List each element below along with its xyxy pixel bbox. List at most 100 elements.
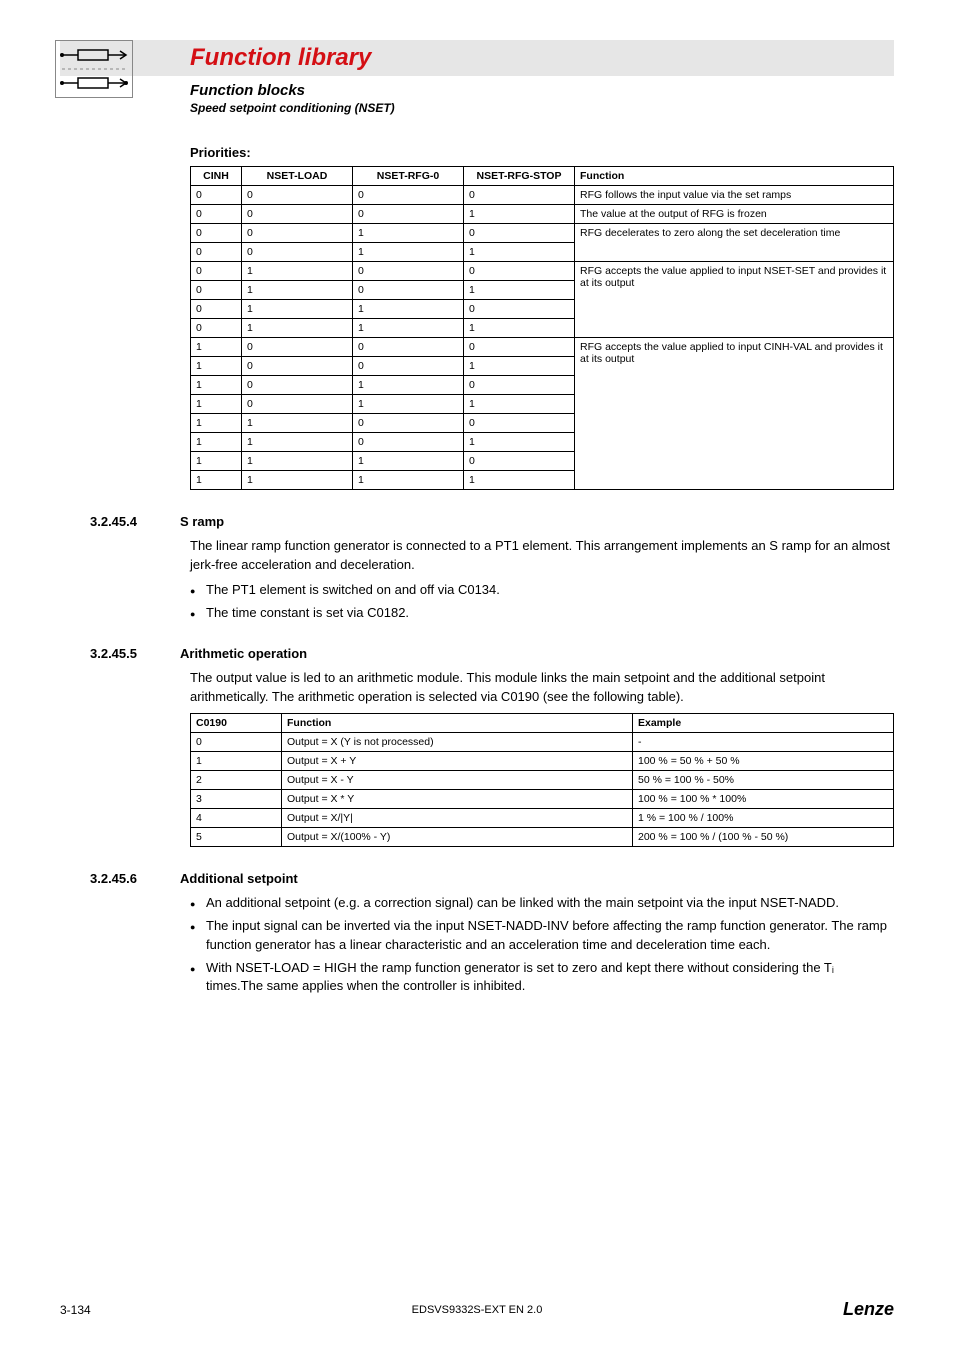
table-row: 0010RFG decelerates to zero along the se… xyxy=(191,224,894,243)
cell: 1 xyxy=(464,395,575,414)
cell: 0 xyxy=(353,205,464,224)
cell: 1 xyxy=(191,452,242,471)
header-sub: Function blocks Speed setpoint condition… xyxy=(60,82,894,115)
cell: 1 xyxy=(242,281,353,300)
th-nset-load: NSET-LOAD xyxy=(242,167,353,186)
cell: 0 xyxy=(242,224,353,243)
cell: 0 xyxy=(464,376,575,395)
cell: 1 xyxy=(191,471,242,490)
s-ramp-bullets: The PT1 element is switched on and off v… xyxy=(190,581,894,623)
cell: 100 % = 50 % + 50 % xyxy=(633,752,894,771)
footer-doc-id: EDSVS9332S-EXT EN 2.0 xyxy=(60,1304,894,1316)
cell: 0 xyxy=(242,243,353,262)
sec-title-s-ramp: S ramp xyxy=(180,514,224,529)
th-arith-ex: Example xyxy=(633,714,894,733)
subtitle-1: Function blocks xyxy=(190,82,894,99)
cell: 1 xyxy=(191,752,282,771)
page-footer: 3-134 EDSVS9332S-EXT EN 2.0 Lenze xyxy=(60,1299,894,1320)
cell: 0 xyxy=(191,186,242,205)
cell: 1 xyxy=(191,338,242,357)
cell: Output = X/|Y| xyxy=(282,809,633,828)
cell: 0 xyxy=(191,281,242,300)
subtitle-2: Speed setpoint conditioning (NSET) xyxy=(190,101,894,115)
cell: Output = X/(100% - Y) xyxy=(282,828,633,847)
cell: 200 % = 100 % / (100 % - 50 %) xyxy=(633,828,894,847)
cell: 0 xyxy=(464,414,575,433)
cell: 1 xyxy=(464,471,575,490)
cell: 1 xyxy=(464,281,575,300)
cell: 0 xyxy=(191,733,282,752)
cell-function: RFG accepts the value applied to input C… xyxy=(575,338,894,490)
priorities-heading: Priorities: xyxy=(190,145,894,160)
cell-function: The value at the output of RFG is frozen xyxy=(575,205,894,224)
cell: 1 xyxy=(191,433,242,452)
cell: 0 xyxy=(353,433,464,452)
table-row: 0100RFG accepts the value applied to inp… xyxy=(191,262,894,281)
header-band: Function library xyxy=(60,40,894,76)
list-item: With NSET-LOAD = HIGH the ramp function … xyxy=(190,959,894,997)
table-row: 1000RFG accepts the value applied to inp… xyxy=(191,338,894,357)
arith-table: C0190 Function Example 0Output = X (Y is… xyxy=(190,713,894,847)
cell-function: RFG accepts the value applied to input N… xyxy=(575,262,894,338)
cell: 2 xyxy=(191,771,282,790)
cell: 0 xyxy=(191,262,242,281)
cell: 1 xyxy=(191,414,242,433)
cell: 0 xyxy=(242,395,353,414)
cell: 0 xyxy=(191,224,242,243)
cell: 1 xyxy=(242,433,353,452)
cell: 0 xyxy=(464,224,575,243)
cell: Output = X (Y is not processed) xyxy=(282,733,633,752)
cell: 0 xyxy=(191,300,242,319)
cell: 50 % = 100 % - 50% xyxy=(633,771,894,790)
cell: 1 xyxy=(242,471,353,490)
cell: Output = X + Y xyxy=(282,752,633,771)
cell: 0 xyxy=(353,186,464,205)
cell: 1 xyxy=(464,433,575,452)
sec-num-arith: 3.2.45.5 xyxy=(90,646,180,661)
sec-num-s-ramp: 3.2.45.4 xyxy=(90,514,180,529)
table-row: 0Output = X (Y is not processed)- xyxy=(191,733,894,752)
cell: 1 xyxy=(464,205,575,224)
cell: 1 xyxy=(464,243,575,262)
cell: 1 xyxy=(464,357,575,376)
th-arith-fn: Function xyxy=(282,714,633,733)
cell: 0 xyxy=(353,414,464,433)
cell: 1 xyxy=(353,471,464,490)
sec-num-addsp: 3.2.45.6 xyxy=(90,871,180,886)
cell: 1 xyxy=(191,395,242,414)
th-function: Function xyxy=(575,167,894,186)
cell: 3 xyxy=(191,790,282,809)
s-ramp-para: The linear ramp function generator is co… xyxy=(190,537,894,575)
cell: 0 xyxy=(242,205,353,224)
cell: 1 % = 100 % / 100% xyxy=(633,809,894,828)
cell: 1 xyxy=(353,224,464,243)
cell: 1 xyxy=(353,376,464,395)
cell: 1 xyxy=(353,452,464,471)
table-row: 0001The value at the output of RFG is fr… xyxy=(191,205,894,224)
cell: 1 xyxy=(353,243,464,262)
th-nset-rfg-stop: NSET-RFG-STOP xyxy=(464,167,575,186)
list-item: The PT1 element is switched on and off v… xyxy=(190,581,894,600)
cell: 1 xyxy=(242,414,353,433)
cell: 1 xyxy=(242,452,353,471)
fb-diagram-icon xyxy=(55,40,133,98)
cell: 0 xyxy=(464,262,575,281)
cell: 0 xyxy=(191,243,242,262)
cell: 5 xyxy=(191,828,282,847)
priorities-table: CINH NSET-LOAD NSET-RFG-0 NSET-RFG-STOP … xyxy=(190,166,894,490)
list-item: The input signal can be inverted via the… xyxy=(190,917,894,955)
cell: 0 xyxy=(191,205,242,224)
cell: 4 xyxy=(191,809,282,828)
th-c0190: C0190 xyxy=(191,714,282,733)
cell: Output = X * Y xyxy=(282,790,633,809)
cell: 1 xyxy=(242,262,353,281)
cell: 1 xyxy=(242,300,353,319)
cell: 0 xyxy=(464,452,575,471)
cell: 1 xyxy=(191,376,242,395)
cell: 0 xyxy=(464,186,575,205)
cell: 1 xyxy=(353,395,464,414)
addsp-bullets: An additional setpoint (e.g. a correctio… xyxy=(190,894,894,996)
th-cinh: CINH xyxy=(191,167,242,186)
cell: 1 xyxy=(353,319,464,338)
arith-para: The output value is led to an arithmetic… xyxy=(190,669,894,707)
